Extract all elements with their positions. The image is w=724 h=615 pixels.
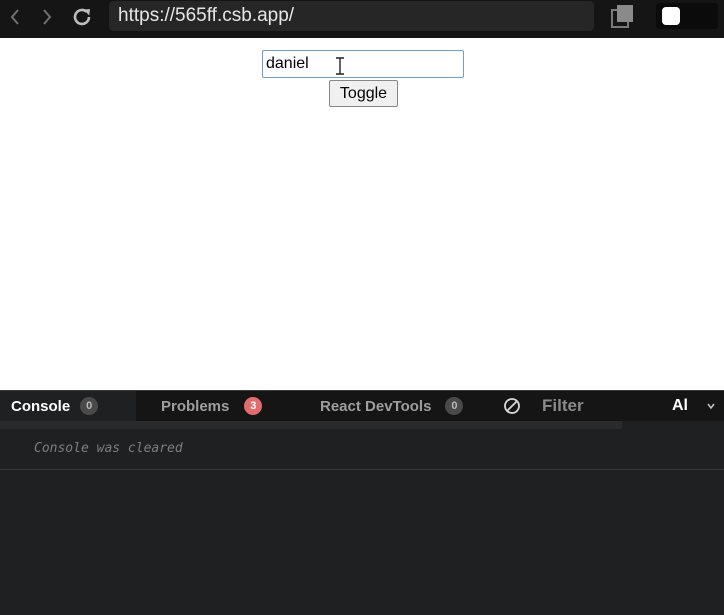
chevron-down-icon[interactable]	[706, 401, 716, 411]
copy-icon	[611, 5, 633, 28]
console-filter-input[interactable]: Filter	[542, 391, 584, 421]
name-input[interactable]	[262, 50, 464, 78]
reload-icon	[73, 8, 91, 26]
forward-button[interactable]	[36, 0, 58, 34]
console-count-badge: 0	[80, 397, 99, 415]
console-tabbar: Console 0 Problems 3 React DevTools 0 Fi…	[0, 391, 724, 421]
react-devtools-count-badge: 0	[445, 397, 464, 415]
toggle-knob	[662, 7, 680, 25]
theme-toggle-switch[interactable]	[656, 3, 718, 29]
tab-react-devtools[interactable]: React DevTools 0	[320, 391, 464, 421]
copy-url-button[interactable]	[610, 4, 636, 28]
tab-react-devtools-label: React DevTools	[320, 397, 432, 415]
tab-problems-label: Problems	[161, 397, 230, 415]
reload-button[interactable]	[68, 0, 96, 34]
console-panel: Console 0 Problems 3 React DevTools 0 Fi…	[0, 390, 724, 615]
problems-count-badge: 3	[244, 397, 263, 415]
tab-problems[interactable]: Problems 3	[161, 391, 263, 421]
tab-console-label: Console	[11, 397, 71, 415]
chevron-right-icon	[43, 9, 52, 25]
chevron-left-icon	[10, 9, 19, 25]
text-cursor-icon	[336, 57, 344, 75]
console-cleared-message: Console was cleared	[34, 441, 183, 456]
preview-pane: Toggle	[0, 38, 724, 390]
toggle-button[interactable]: Toggle	[329, 80, 398, 107]
console-scrollbar[interactable]	[0, 421, 622, 429]
log-level-select[interactable]: Al	[672, 391, 688, 421]
console-log-row: Console was cleared	[0, 429, 724, 470]
tab-console[interactable]: Console 0	[0, 391, 136, 421]
back-button[interactable]	[4, 0, 26, 34]
clear-console-icon[interactable]	[503, 397, 521, 415]
address-bar[interactable]: https://565ff.csb.app/	[109, 1, 594, 31]
browser-toolbar: https://565ff.csb.app/	[0, 0, 724, 38]
